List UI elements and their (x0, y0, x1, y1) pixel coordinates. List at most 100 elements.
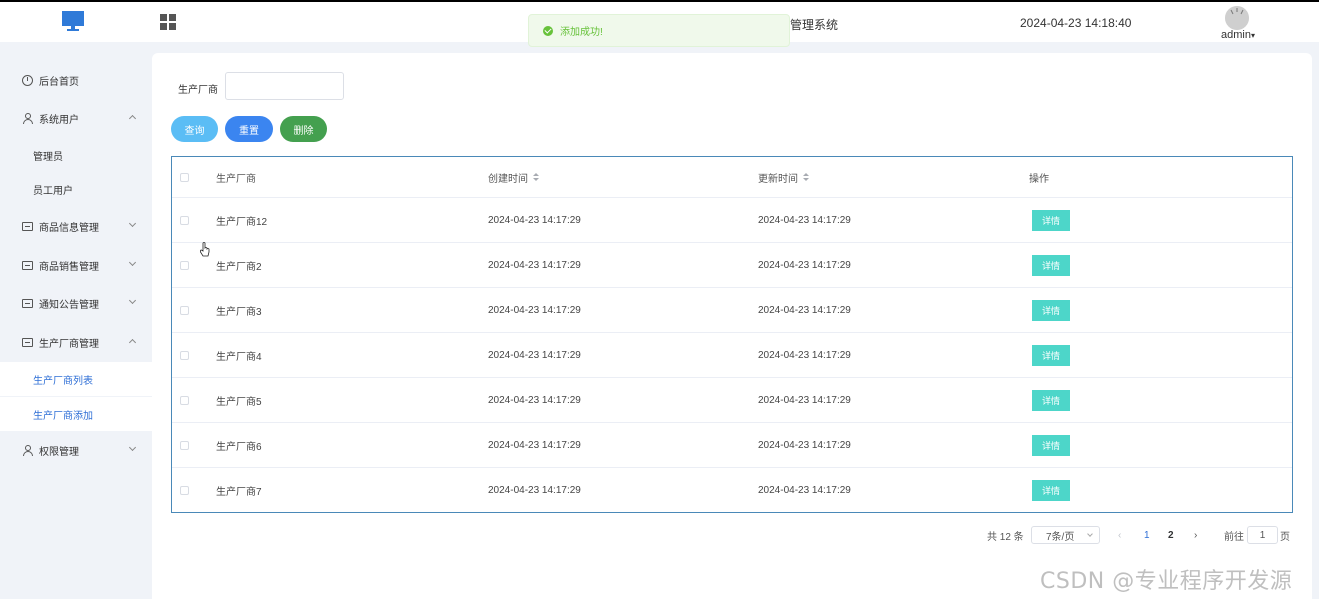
header-created-label: 创建时间 (488, 173, 528, 185)
sidebar-item-label: 系统用户 (39, 114, 79, 126)
cell-updated: 2024-04-23 14:17:29 (758, 259, 851, 271)
cell-name: 生产厂商4 (216, 351, 262, 363)
row-checkbox[interactable] (180, 305, 189, 315)
sidebar-item-staff-users[interactable]: 员工用户 (0, 172, 152, 206)
detail-button[interactable]: 详情 (1032, 389, 1070, 411)
table-row: 生产厂商4 2024-04-23 14:17:29 2024-04-23 14:… (172, 333, 1292, 378)
goto-page-input[interactable]: 1 (1247, 526, 1278, 544)
filter-label: 生产厂商 (178, 85, 218, 96)
header-created: 创建时间 (488, 157, 539, 197)
header-updated: 更新时间 (758, 157, 809, 197)
user-dropdown-caret-icon: ▾ (1250, 31, 1255, 40)
user-menu[interactable]: admin▾ (1221, 29, 1255, 41)
cell-updated: 2024-04-23 14:17:29 (758, 304, 851, 316)
table-row: 生产厂商12 2024-04-23 14:17:29 2024-04-23 14… (172, 198, 1292, 243)
sort-icon[interactable] (533, 172, 539, 182)
cell-name: 生产厂商12 (216, 216, 268, 228)
detail-button[interactable]: 详情 (1032, 209, 1070, 231)
page-size-value: 7条/页 (1046, 531, 1075, 543)
detail-button[interactable]: 详情 (1032, 254, 1070, 276)
sidebar-item-notices[interactable]: 通知公告管理 (0, 285, 152, 321)
detail-button[interactable]: 详情 (1032, 344, 1070, 366)
sidebar-item-manufacturer-add[interactable]: 生产厂商添加 (0, 397, 152, 431)
row-checkbox[interactable] (180, 350, 189, 360)
chevron-up-icon (128, 338, 137, 347)
sidebar-item-admins[interactable]: 管理员 (0, 138, 152, 172)
row-checkbox[interactable] (180, 395, 189, 405)
sidebar-item-label: 员工用户 (33, 185, 73, 197)
chevron-down-icon (128, 258, 137, 267)
sidebar-item-system-users[interactable]: 系统用户 (0, 100, 152, 136)
sidebar-item-product-sales[interactable]: 商品销售管理 (0, 247, 152, 283)
sidebar-item-label: 生产厂商列表 (33, 375, 93, 387)
search-button[interactable]: 查询 (171, 116, 218, 142)
row-checkbox[interactable] (180, 215, 189, 225)
sidebar-item-label: 生产厂商添加 (33, 410, 93, 422)
detail-button[interactable]: 详情 (1032, 480, 1070, 501)
prev-page-button[interactable]: ‹ (1118, 526, 1121, 544)
sidebar-item-label: 管理员 (33, 151, 63, 163)
cell-name: 生产厂商7 (216, 487, 262, 498)
chevron-down-icon (128, 219, 137, 228)
detail-button[interactable]: 详情 (1032, 299, 1070, 321)
cell-updated: 2024-04-23 14:17:29 (758, 214, 851, 226)
page-1-button[interactable]: 1 (1144, 526, 1150, 544)
cell-name: 生产厂商2 (216, 261, 262, 273)
sidebar-item-label: 生产厂商管理 (39, 338, 99, 350)
chevron-down-icon (128, 296, 137, 305)
page-size-select[interactable]: 7条/页 (1031, 526, 1100, 544)
cell-name: 生产厂商3 (216, 306, 262, 318)
table-row: 生产厂商2 2024-04-23 14:17:29 2024-04-23 14:… (172, 243, 1292, 288)
row-checkbox[interactable] (180, 486, 189, 495)
box-icon (22, 221, 33, 231)
chevron-down-icon (128, 443, 137, 452)
success-toast: 添加成功! (528, 14, 790, 47)
page-2-button[interactable]: 2 (1168, 526, 1174, 544)
sidebar-item-label: 商品销售管理 (39, 261, 99, 273)
user-name: admin (1221, 29, 1251, 41)
system-title: 管理系统 (790, 18, 839, 32)
sidebar-item-dashboard[interactable]: 后台首页 (0, 62, 152, 98)
box-icon (22, 298, 33, 308)
sidebar-item-label: 权限管理 (39, 446, 79, 458)
cell-updated: 2024-04-23 14:17:29 (758, 349, 851, 361)
table-header: 生产厂商 创建时间 更新时间 操作 (172, 157, 1292, 198)
manufacturer-filter-input[interactable] (225, 72, 344, 100)
select-all-checkbox[interactable] (180, 172, 189, 182)
cell-created: 2024-04-23 14:17:29 (488, 394, 581, 406)
box-icon (22, 337, 33, 347)
cell-name: 生产厂商5 (216, 396, 262, 408)
delete-button[interactable]: 删除 (280, 116, 327, 142)
sidebar-item-manufacturer-list[interactable]: 生产厂商列表 (0, 362, 152, 396)
goto-label: 前往 (1224, 531, 1244, 543)
sort-icon[interactable] (803, 172, 809, 182)
cell-updated: 2024-04-23 14:17:29 (758, 394, 851, 406)
sidebar-item-manufacturers[interactable]: 生产厂商管理 (0, 324, 152, 360)
pagination-total: 共 12 条 (987, 531, 1024, 543)
cell-created: 2024-04-23 14:17:29 (488, 349, 581, 361)
cell-created: 2024-04-23 14:17:29 (488, 304, 581, 316)
table-row: 生产厂商3 2024-04-23 14:17:29 2024-04-23 14:… (172, 288, 1292, 333)
header-name: 生产厂商 (216, 173, 256, 185)
header-operation: 操作 (1029, 173, 1049, 185)
success-check-icon (543, 25, 553, 36)
sidebar-item-permissions[interactable]: 权限管理 (0, 432, 152, 468)
sidebar-item-product-info[interactable]: 商品信息管理 (0, 208, 152, 244)
sidebar-item-label: 通知公告管理 (39, 299, 99, 311)
cell-created: 2024-04-23 14:17:29 (488, 214, 581, 226)
detail-button[interactable]: 详情 (1032, 434, 1070, 456)
cell-updated: 2024-04-23 14:17:29 (758, 485, 851, 496)
table-row: 生产厂商5 2024-04-23 14:17:29 2024-04-23 14:… (172, 378, 1292, 423)
next-page-button[interactable]: › (1194, 526, 1197, 544)
row-checkbox[interactable] (180, 260, 189, 270)
hand-pointer-cursor-icon (199, 242, 210, 257)
header-updated-label: 更新时间 (758, 173, 798, 185)
table-row: 生产厂商7 2024-04-23 14:17:29 2024-04-23 14:… (172, 468, 1292, 513)
row-checkbox[interactable] (180, 440, 189, 450)
avatar-image-icon (1225, 6, 1249, 30)
clock-icon (22, 74, 33, 86)
reset-button[interactable]: 重置 (225, 116, 273, 142)
avatar[interactable] (1225, 6, 1249, 30)
sidebar: 后台首页 系统用户 管理员 员工用户 商品信息管理 商品销售管理 通知公告管理 … (0, 42, 152, 599)
menu-toggle-grid-icon[interactable] (160, 14, 176, 30)
